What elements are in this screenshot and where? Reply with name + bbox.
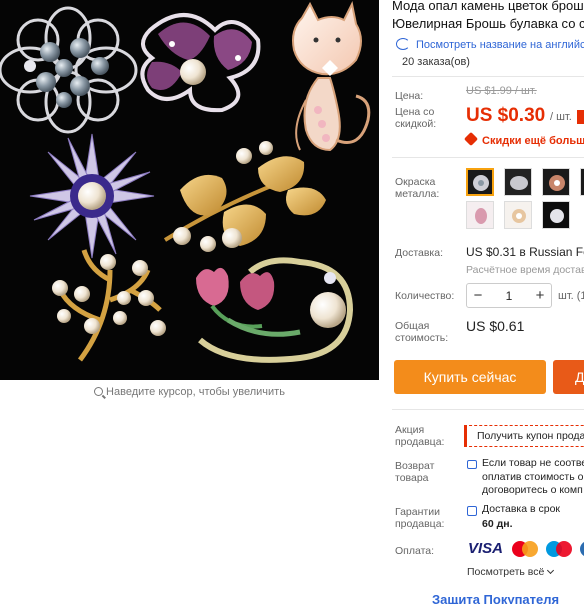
- total-label: Общая стоимость:: [395, 320, 449, 344]
- price-label: Цена:: [395, 90, 424, 102]
- brooch-collage-image: [0, 0, 379, 380]
- get-coupon-button[interactable]: Получить купон прода: [464, 425, 584, 447]
- visa-icon: VISA: [468, 540, 504, 557]
- discount-badge: [577, 110, 584, 124]
- quantity-input[interactable]: 1: [489, 289, 529, 303]
- guarantee-delivery: Доставка в срок: [482, 503, 561, 515]
- buy-now-button[interactable]: Купить сейчас: [394, 360, 546, 394]
- product-title-line-2: Ювелирная Брошь булавка со с: [392, 16, 584, 31]
- add-to-cart-button[interactable]: Д: [553, 360, 584, 394]
- translate-icon: [396, 38, 410, 50]
- guarantee-label: Гарантии продавца:: [395, 506, 445, 530]
- zoom-hint: Наведите курсор, чтобы увеличить: [0, 386, 379, 398]
- returns-text: Если товар не соотве оплатив стоимость о…: [482, 457, 584, 498]
- product-image[interactable]: [0, 0, 379, 380]
- more-discounts-link[interactable]: Скидки ещё больше е: [463, 131, 584, 147]
- shipping-cost[interactable]: US $0.31 в Russian Fede: [466, 245, 584, 259]
- quantity-label: Количество:: [395, 290, 455, 302]
- guarantee-days: 60 дн.: [482, 518, 513, 530]
- color-swatch-5[interactable]: [466, 201, 494, 229]
- delivery-estimate: Расчётное время доставк: [466, 264, 584, 276]
- product-page: Наведите курсор, чтобы увеличить Мода оп…: [0, 0, 584, 604]
- see-all-payment-link[interactable]: Посмотреть всё: [467, 566, 555, 578]
- color-swatch-6[interactable]: [504, 201, 532, 229]
- quantity-increase-button[interactable]: +: [529, 287, 551, 304]
- return-icon: [467, 460, 477, 469]
- color-swatch-4[interactable]: [580, 168, 584, 196]
- translate-title-link[interactable]: Посмотреть название на английс: [396, 38, 584, 51]
- divider: [392, 409, 584, 410]
- chevron-down-icon: [547, 566, 555, 575]
- orders-count: 20 заказа(ов): [402, 56, 470, 68]
- card-icon: [580, 541, 584, 557]
- price-per-unit: / шт.: [550, 111, 572, 123]
- magnifier-icon: [94, 387, 104, 396]
- translate-title-text: Посмотреть название на английс: [416, 39, 584, 51]
- mastercard-icon: [512, 541, 540, 557]
- price-tag-icon: [463, 131, 479, 147]
- color-swatch-2[interactable]: [504, 168, 532, 196]
- divider: [392, 157, 584, 158]
- old-price: US $1.99 / шт.: [466, 85, 537, 97]
- discount-price-label: Цена со скидкой:: [395, 106, 437, 130]
- total-price: US $0.61: [466, 318, 525, 334]
- buyer-protection-banner: Защита Покупателя: [432, 592, 560, 604]
- color-swatch-1[interactable]: [466, 168, 494, 196]
- returns-line-1: Если товар не соотве: [482, 457, 584, 469]
- quantity-stepper: − 1 +: [466, 283, 552, 308]
- shipping-label: Доставка:: [395, 247, 444, 259]
- product-title-line-1: Мода опал камень цветок брош: [392, 0, 584, 13]
- payment-label: Оплата:: [395, 545, 435, 557]
- quantity-decrease-button[interactable]: −: [467, 287, 489, 304]
- color-swatch-7[interactable]: [542, 201, 570, 229]
- quantity-unit: шт. (1: [558, 290, 584, 302]
- returns-label: Возврат товара: [395, 460, 435, 484]
- seller-promo-label: Акция продавца:: [395, 424, 445, 448]
- more-discounts-text: Скидки ещё больше е: [482, 135, 584, 147]
- divider: [392, 76, 584, 77]
- zoom-hint-text: Наведите курсор, чтобы увеличить: [106, 386, 285, 398]
- product-title: Мода опал камень цветок брош Ювелирная Б…: [392, 0, 584, 33]
- returns-line-2: оплатив стоимость о: [482, 470, 584, 483]
- color-label: Окраска металла:: [395, 176, 440, 200]
- guarantee-icon: [467, 506, 477, 516]
- returns-line-3: договоритесь о комп: [482, 484, 583, 496]
- see-all-text: Посмотреть всё: [467, 566, 545, 578]
- current-price: US $0.30: [466, 105, 546, 126]
- color-swatch-3[interactable]: [542, 168, 570, 196]
- maestro-icon: [546, 541, 574, 557]
